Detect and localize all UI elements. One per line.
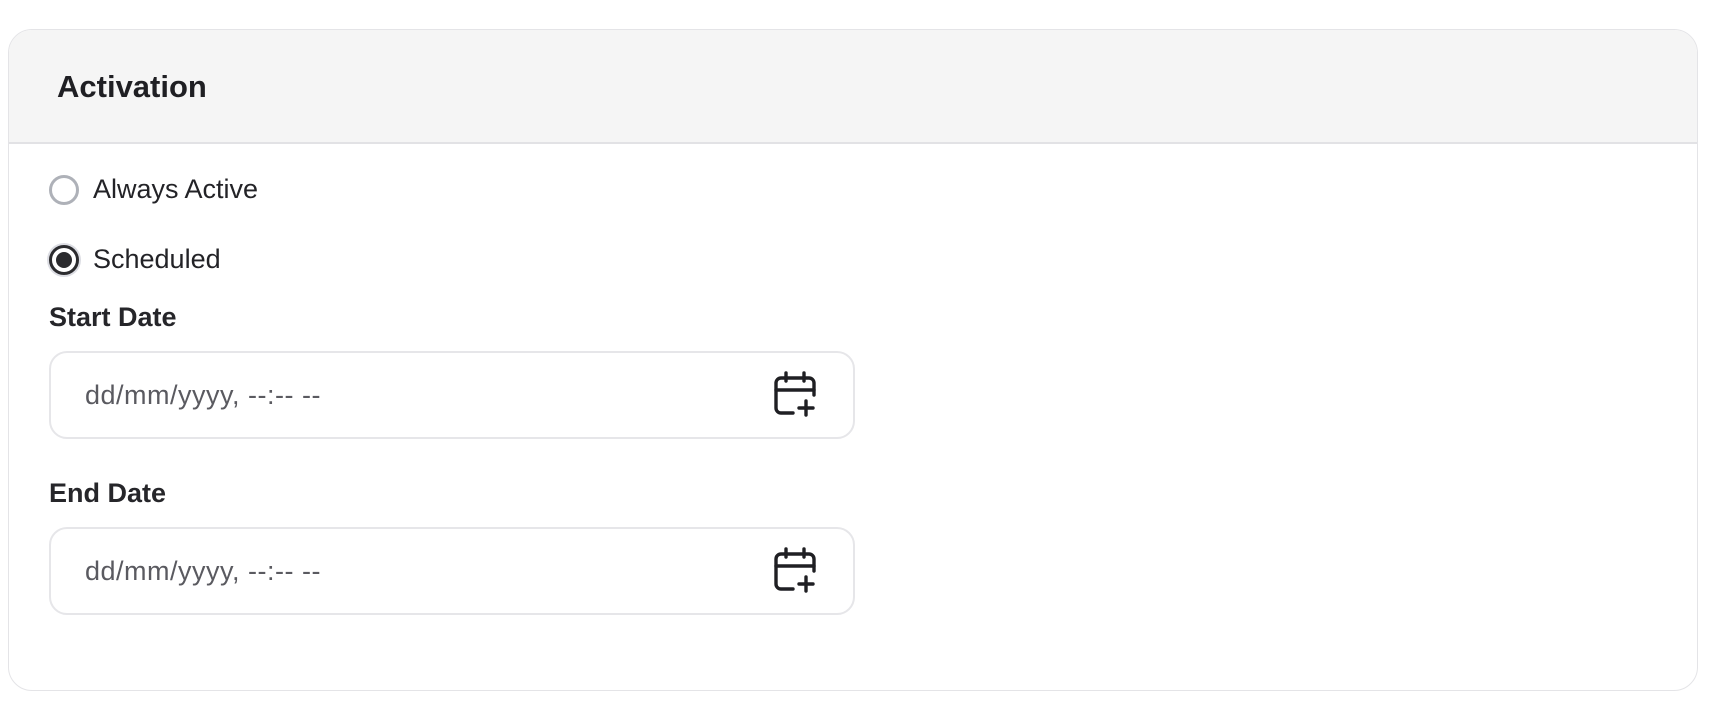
end-date-input[interactable]: dd/mm/yyyy, --:-- --	[49, 527, 855, 615]
radio-always-active[interactable]: Always Active	[49, 174, 258, 205]
radio-label: Always Active	[93, 174, 259, 204]
radio-label: Scheduled	[93, 244, 221, 274]
start-date-input[interactable]: dd/mm/yyyy, --:-- --	[49, 351, 855, 439]
start-date-placeholder: dd/mm/yyyy, --:-- --	[85, 379, 321, 410]
card-header: Activation	[9, 30, 1697, 144]
start-date-label: Start Date	[49, 302, 177, 332]
calendar-plus-icon[interactable]	[773, 371, 817, 419]
end-date-label: End Date	[49, 478, 167, 508]
radio-scheduled[interactable]: Scheduled	[49, 244, 221, 275]
radio-button[interactable]	[49, 174, 79, 205]
activation-card: Activation Always Active Scheduled Start…	[8, 29, 1698, 691]
end-date-placeholder: dd/mm/yyyy, --:-- --	[85, 555, 321, 586]
calendar-plus-icon[interactable]	[773, 547, 817, 595]
radio-button-selected[interactable]	[49, 244, 79, 275]
card-title: Activation	[57, 69, 207, 104]
